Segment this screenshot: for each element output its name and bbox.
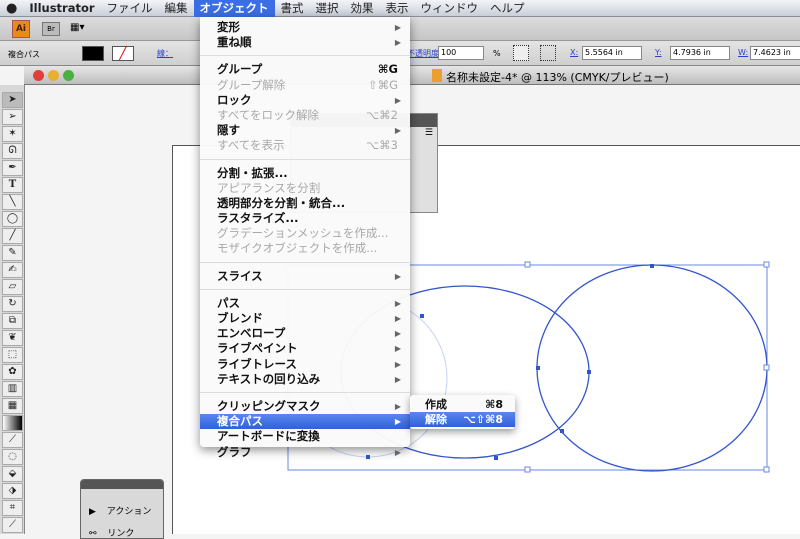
menu-item[interactable]: グループ ⌘G	[200, 62, 410, 77]
right-ellipse-path[interactable]	[536, 264, 768, 472]
menu-item[interactable]: 複合パス ▶	[200, 414, 410, 430]
menu-item-label: アートボードに変換	[217, 429, 320, 444]
menu-item-label: ラスタライズ...	[217, 211, 299, 226]
menu-separator	[200, 387, 410, 399]
menu-item-shortcut: ⌥⌘3	[365, 138, 398, 153]
menu-item[interactable]: エンベロープ ▶	[200, 326, 410, 341]
menu-item-label: スライス	[217, 268, 263, 283]
menu-item[interactable]: 透明部分を分割・統合...	[200, 196, 410, 211]
submenu-arrow-icon: ▶	[394, 417, 401, 427]
menu-item-label: 作成	[425, 398, 447, 411]
menu-item[interactable]: 隠す ▶	[200, 123, 410, 138]
menu-item-label: 複合パス	[217, 414, 263, 429]
submenu-arrow-icon: ▶	[394, 374, 401, 384]
menu-item-label: 分割・拡張...	[217, 165, 288, 180]
play-icon: ▶	[89, 507, 96, 517]
submenu-arrow-icon: ▶	[394, 298, 401, 308]
menu-item-shortcut: ⌥⇧⌘8	[463, 413, 503, 427]
menu-item[interactable]: 分割・拡張...	[200, 166, 410, 181]
menu-item[interactable]: 作成 ⌘8	[410, 397, 515, 412]
submenu-arrow-icon: ▶	[394, 401, 401, 411]
menu-item[interactable]: すべてを表示 ⌥⌘3	[200, 138, 410, 153]
submenu-arrow-icon: ▶	[394, 447, 401, 457]
menu-item[interactable]: 重ね順 ▶	[200, 35, 410, 50]
submenu-arrow-icon: ▶	[394, 359, 401, 369]
actions-panel: ▶ アクション ⚯ リンク	[80, 479, 164, 539]
object-menu: 変形 ▶ 重ね順 ▶ グループ ⌘G グループ解除 ⇧⌘G ロック ▶ すべてをロック解除 ⌥⌘2 隠す…	[200, 17, 410, 459]
menu-item[interactable]: クリッピングマスク ▶	[200, 399, 410, 414]
menu-item[interactable]: テキストの回り込み ▶	[200, 372, 410, 387]
menu-item-label: アピアランスを分割	[217, 180, 321, 195]
menu-item-label: エンベロープ	[217, 326, 286, 341]
menu-item-label: 重ね順	[217, 35, 252, 50]
menu-item[interactable]: 変形 ▶	[200, 20, 410, 35]
menu-separator	[200, 257, 410, 269]
menu-item-label: 隠す	[217, 123, 240, 138]
menu-item[interactable]: スライス ▶	[200, 269, 410, 284]
menu-item[interactable]: すべてをロック解除 ⌥⌘2	[200, 108, 410, 123]
menu-separator	[200, 284, 410, 296]
menu-item-label: クリッピングマスク	[217, 398, 321, 413]
menu-item-label: グループ解除	[217, 77, 286, 92]
submenu-arrow-icon: ▶	[394, 271, 401, 281]
submenu-arrow-icon: ▶	[394, 38, 401, 48]
menu-separator	[200, 50, 410, 62]
menu-item-shortcut: ⌥⌘2	[365, 107, 398, 122]
submenu-arrow-icon: ▶	[394, 344, 401, 354]
menu-item-label: ライブトレース	[217, 356, 297, 371]
submenu-arrow-icon: ▶	[394, 314, 401, 323]
menu-item[interactable]: アピアランスを分割	[200, 181, 410, 196]
menu-item[interactable]: ブレンド ▶	[200, 311, 410, 326]
menu-item[interactable]: グラフ ▶	[200, 445, 410, 460]
submenu-arrow-icon: ▶	[394, 329, 401, 339]
menu-item[interactable]: 解除 ⌥⇧⌘8	[410, 412, 515, 428]
menu-item[interactable]: アートボードに変換	[200, 429, 410, 444]
menu-item-label: パス	[217, 295, 240, 310]
menu-item-label: グラデーションメッシュを作成...	[217, 226, 389, 241]
menu-item-label: ロック	[217, 92, 252, 107]
menu-item-label: 解除	[425, 413, 447, 427]
menu-item-label: すべてをロック解除	[217, 107, 320, 122]
menu-item-shortcut: ⇧⌘G	[367, 77, 398, 92]
menu-item-label: 変形	[217, 20, 240, 34]
menu-item-label: グループ	[217, 62, 263, 77]
menu-item-label: すべてを表示	[217, 138, 285, 153]
menu-item[interactable]: モザイクオブジェクトを作成...	[200, 241, 410, 256]
actions-item[interactable]: ▶ アクション	[89, 504, 151, 517]
submenu-arrow-icon: ▶	[394, 126, 401, 136]
menu-item[interactable]: ライブトレース ▶	[200, 357, 410, 372]
menu-item-label: ブレンド	[217, 311, 263, 325]
menu-item[interactable]: ラスタライズ...	[200, 211, 410, 226]
links-item[interactable]: ⚯ リンク	[89, 526, 134, 539]
menu-item[interactable]: グラデーションメッシュを作成...	[200, 226, 410, 241]
menu-item[interactable]: グループ解除 ⇧⌘G	[200, 78, 410, 93]
menu-item-label: 透明部分を分割・統合...	[217, 195, 346, 210]
menu-item-label: グラフ	[217, 444, 252, 459]
menu-item-shortcut: ⌘G	[377, 62, 398, 77]
menu-item[interactable]: ロック ▶	[200, 93, 410, 108]
menu-separator	[200, 154, 410, 166]
menu-item-shortcut: ⌘8	[485, 398, 503, 411]
menu-item-label: ライブペイント	[217, 341, 298, 356]
menu-item[interactable]: パス ▶	[200, 296, 410, 311]
menu-item-label: テキストの回り込み	[217, 371, 321, 386]
menu-item-label: モザイクオブジェクトを作成...	[217, 241, 378, 256]
menu-item[interactable]: ライブペイント ▶	[200, 341, 410, 356]
compound-path-submenu: 作成 ⌘8 解除 ⌥⇧⌘8	[410, 395, 515, 429]
submenu-arrow-icon: ▶	[394, 95, 401, 105]
link-icon: ⚯	[89, 529, 97, 539]
submenu-arrow-icon: ▶	[394, 23, 401, 32]
